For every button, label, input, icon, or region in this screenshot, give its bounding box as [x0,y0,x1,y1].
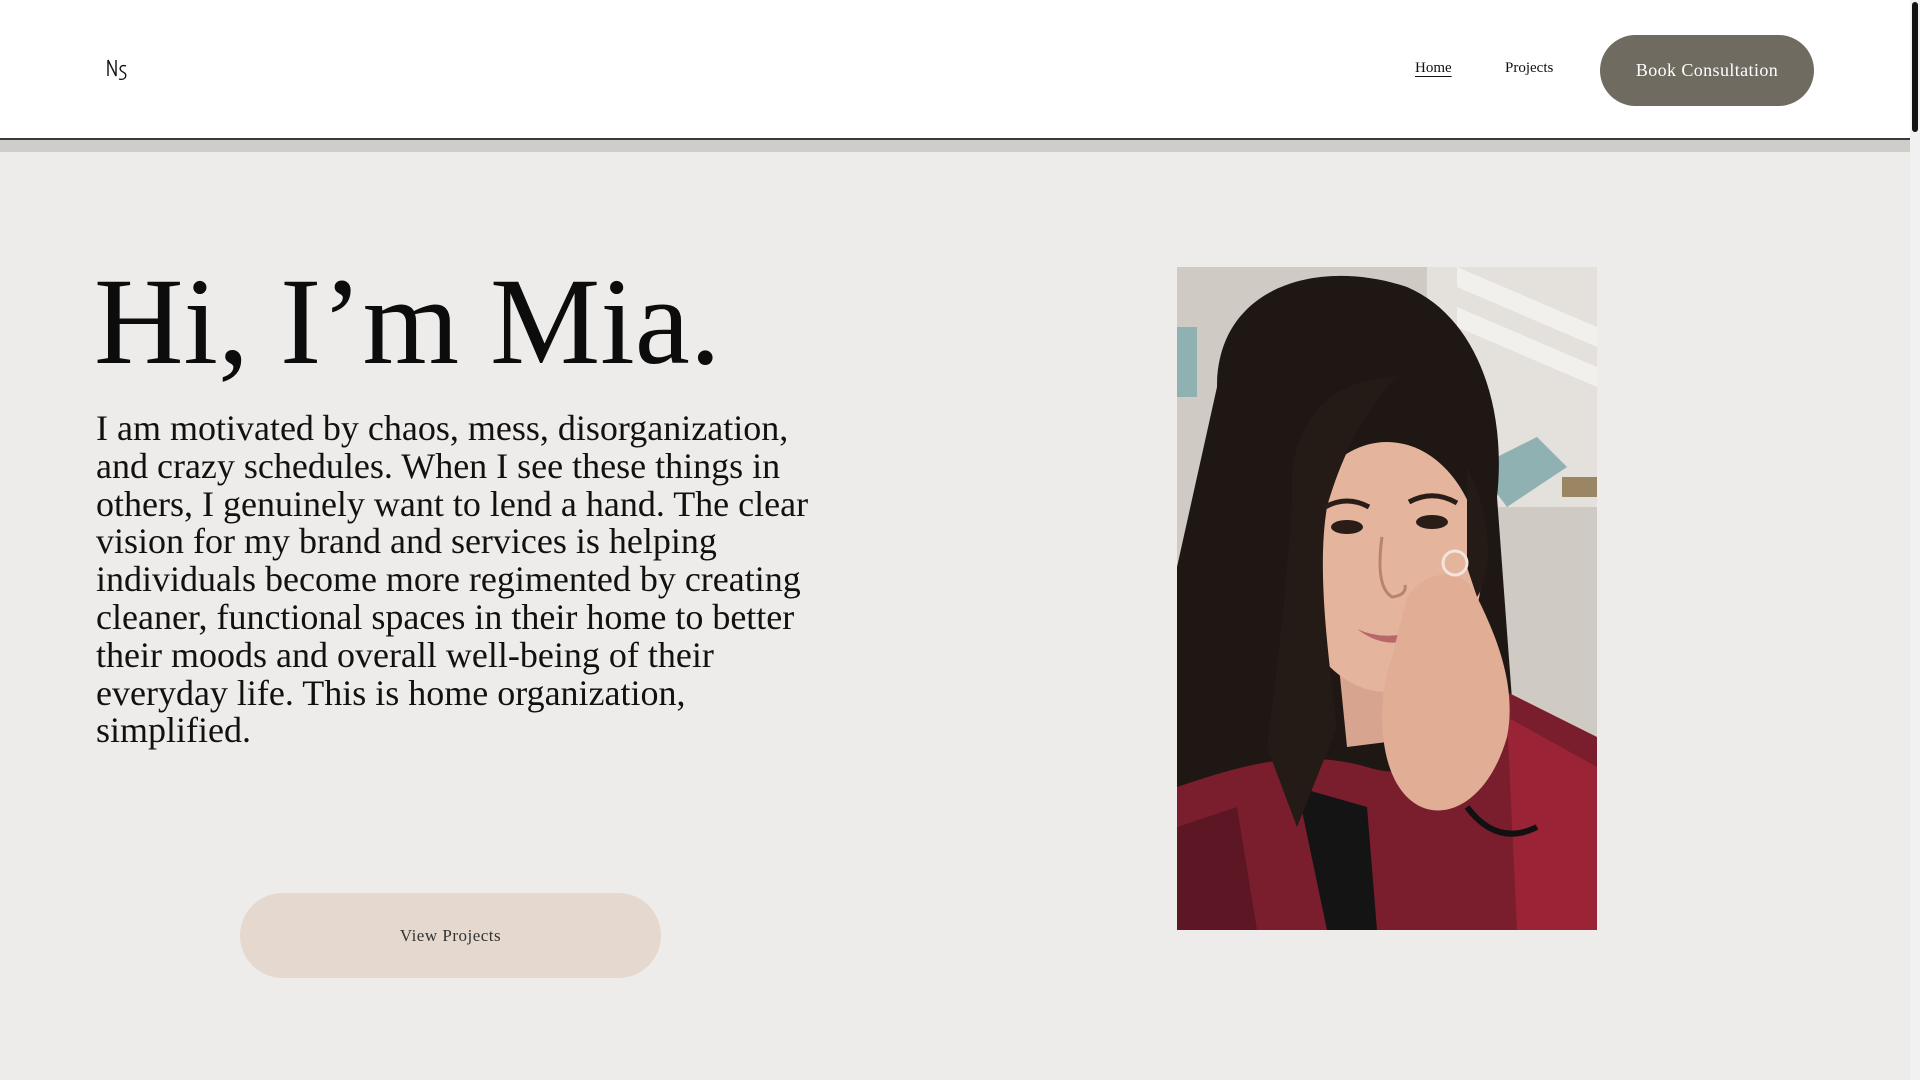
vertical-scrollbar[interactable] [1910,0,1920,1080]
portrait-illustration [1177,267,1597,930]
site-header: Home Projects Book Consultation [0,0,1910,140]
portrait-photo [1177,267,1597,930]
hero-title: Hi, I’m Mia. [94,253,721,390]
ms-monogram-logo[interactable] [104,56,134,86]
hero-description: I am motivated by chaos, mess, disorgani… [96,408,809,751]
page: Home Projects Book Consultation Hi, I’m … [0,0,1920,1080]
view-projects-button[interactable]: View Projects [240,893,661,978]
scrollbar-thumb[interactable] [1912,2,1918,132]
nav-link-projects[interactable]: Projects [1505,60,1553,77]
nav-link-home[interactable]: Home [1415,60,1452,77]
book-consultation-button[interactable]: Book Consultation [1600,35,1814,106]
header-divider [0,140,1910,152]
